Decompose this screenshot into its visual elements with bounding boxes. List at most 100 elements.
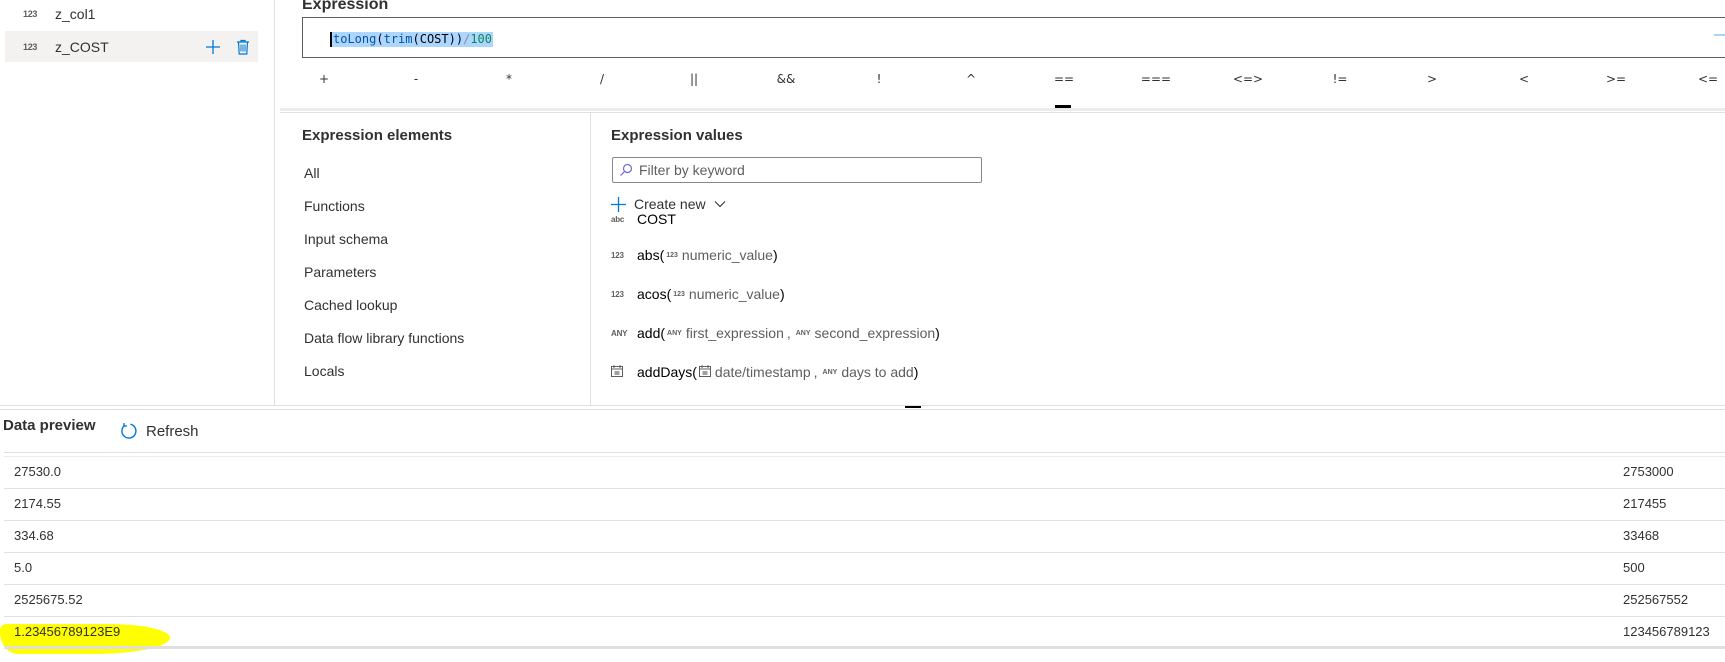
operator-plus[interactable]: +: [304, 72, 344, 86]
operator-not[interactable]: !: [859, 72, 899, 86]
element-locals[interactable]: Locals: [304, 363, 344, 379]
function-close: ): [772, 247, 778, 263]
expression-editor[interactable]: toLong(trim(COST))/100: [302, 17, 1725, 58]
element-data-flow-library-functions[interactable]: Data flow library functions: [304, 330, 464, 346]
divider: [0, 409, 1725, 410]
column-item-z-cost[interactable]: 123 z_COST: [5, 31, 258, 62]
create-new-label: Create new: [634, 196, 706, 212]
value-item-adddays[interactable]: addDays( date/timestamp , ANY days to ad…: [611, 364, 918, 380]
param-calendar-icon: [698, 365, 711, 379]
function-name: addDays(: [637, 364, 697, 380]
table-row: 27530.0 2753000: [4, 457, 1725, 489]
divider: [280, 108, 1725, 111]
value-name: COST: [637, 211, 676, 227]
operator-strict-equals[interactable]: ===: [1136, 72, 1176, 86]
add-icon: [206, 39, 220, 54]
search-icon: [620, 163, 633, 176]
element-parameters[interactable]: Parameters: [304, 264, 376, 280]
param-separator: ,: [786, 325, 791, 341]
filter-keyword-input[interactable]: [639, 162, 969, 178]
code-token: (: [376, 32, 384, 46]
param-type-numeric-icon: 123: [666, 251, 678, 259]
element-input-schema[interactable]: Input schema: [304, 231, 388, 247]
param-name: numeric_value: [688, 286, 780, 302]
operator-caret[interactable]: ^: [951, 72, 991, 86]
divider: [0, 405, 1725, 406]
param-type-any-icon: ANY: [667, 329, 682, 337]
param-name: first_expression: [685, 325, 784, 341]
expression-code[interactable]: toLong(trim(COST))/100: [330, 32, 494, 47]
delete-icon: [237, 39, 249, 55]
add-column-button[interactable]: [198, 31, 228, 62]
delete-column-button[interactable]: [228, 31, 258, 62]
operator-null-safe-equals[interactable]: <=>: [1228, 72, 1268, 86]
function-close: ): [935, 325, 940, 341]
type-numeric-icon: 123: [611, 289, 624, 299]
value-item-cost[interactable]: abc COST: [611, 211, 676, 227]
param-type-any-icon: ANY: [795, 329, 811, 337]
table-row: 2525675.52 252567552: [4, 585, 1725, 617]
table-row: 5.0 500: [4, 553, 1725, 585]
derived-columns-pane: 123 z_col1 123 z_COST: [0, 0, 275, 405]
refresh-label: Refresh: [146, 422, 199, 440]
table-cell: 33468: [1623, 528, 1660, 543]
code-token: )): [448, 32, 464, 46]
value-item-add[interactable]: ANY add( ANY first_expression , ANY seco…: [611, 325, 940, 341]
column-item-z-col1[interactable]: 123 z_col1: [5, 0, 258, 29]
element-all[interactable]: All: [304, 165, 320, 181]
param-name: numeric_value: [681, 247, 773, 263]
operator-less-equal[interactable]: <=: [1688, 72, 1725, 86]
code-token: COST: [419, 32, 449, 46]
refresh-button[interactable]: Refresh: [120, 422, 199, 440]
text-cursor-mark: [905, 406, 921, 408]
table-cell: 252567552: [1623, 592, 1689, 607]
function-close: ): [779, 286, 785, 302]
refresh-icon: [121, 423, 137, 439]
param-name: days to add: [841, 364, 914, 380]
operator-not-equals[interactable]: !=: [1320, 72, 1360, 86]
param-name: second_expression: [814, 325, 936, 341]
operator-greater[interactable]: >: [1412, 72, 1452, 86]
type-numeric-icon: 123: [23, 8, 38, 19]
expression-values-title: Expression values: [611, 127, 743, 144]
code-token: (: [412, 32, 420, 46]
table-row: 334.68 33468: [4, 521, 1725, 553]
value-item-abs[interactable]: 123 abs( 123 numeric_value ): [611, 247, 778, 263]
filter-keyword-field[interactable]: [612, 157, 982, 183]
divider: [4, 452, 1725, 453]
table-cell: 217455: [1623, 496, 1667, 511]
operator-toolbar: + - * / || && ! ^ == === <=> != > < >= <…: [302, 72, 1725, 92]
table-cell: 2753000: [1623, 464, 1674, 479]
table-row: 2174.55 217455: [4, 489, 1725, 521]
table-cell: 5.0: [14, 560, 33, 575]
chevron-down-icon: [714, 201, 725, 208]
calendar-icon: [611, 365, 637, 379]
type-numeric-icon: 123: [23, 41, 38, 52]
element-functions[interactable]: Functions: [304, 198, 365, 214]
function-name: add(: [637, 325, 666, 341]
operator-divide[interactable]: /: [582, 72, 622, 86]
table-cell: 334.68: [14, 528, 54, 543]
operator-greater-equal[interactable]: >=: [1596, 72, 1636, 86]
code-token: toLong: [333, 32, 377, 46]
expression-values-pane: Expression values Create new abc COST 12…: [591, 113, 1725, 405]
value-item-acos[interactable]: 123 acos( 123 numeric_value ): [611, 286, 785, 302]
table-cell: 27530.0: [14, 464, 61, 479]
operator-multiply[interactable]: *: [489, 72, 529, 86]
element-cached-lookup[interactable]: Cached lookup: [304, 297, 397, 313]
table-cell: 1.23456789123E9: [14, 624, 121, 639]
operator-equals[interactable]: ==: [1044, 72, 1084, 86]
add-icon: [611, 196, 626, 212]
type-string-icon: abc: [611, 214, 625, 224]
operator-or[interactable]: ||: [674, 72, 714, 86]
operator-and[interactable]: &&: [766, 72, 806, 86]
operator-minus[interactable]: -: [396, 72, 436, 86]
function-close: ): [913, 364, 919, 380]
function-name: acos(: [637, 286, 672, 302]
expression-label: Expression: [302, 0, 389, 13]
operator-less[interactable]: <: [1504, 72, 1544, 86]
type-any-icon: ANY: [611, 328, 628, 338]
table-cell: 500: [1623, 560, 1645, 575]
param-type-numeric-icon: 123: [673, 290, 685, 298]
create-new-button[interactable]: Create new: [611, 196, 726, 212]
